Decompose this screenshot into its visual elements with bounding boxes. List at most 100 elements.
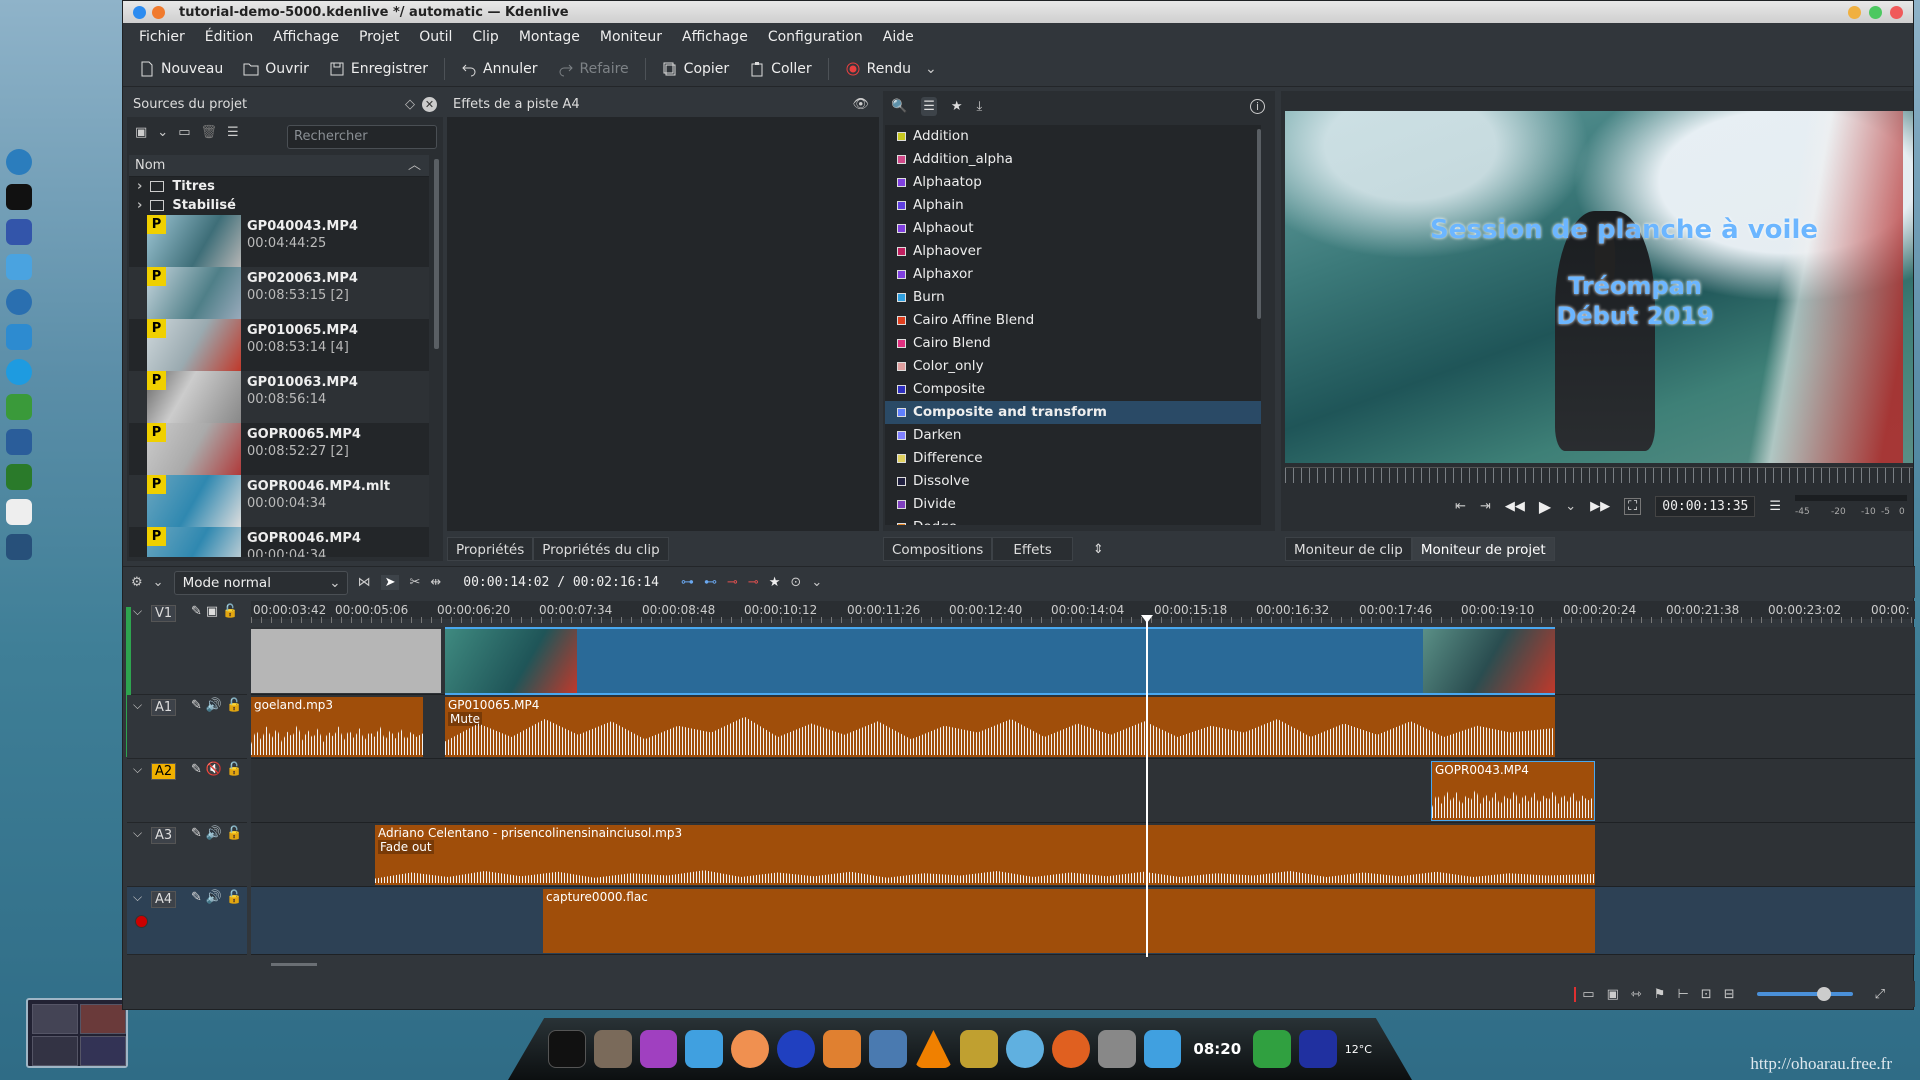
- insert-icon[interactable]: ⊶: [681, 575, 694, 590]
- menu-outil[interactable]: Outil: [409, 29, 462, 45]
- list-item[interactable]: Alphaover: [885, 240, 1261, 263]
- chevron-down-icon[interactable]: ⌄: [811, 575, 822, 590]
- play-icon[interactable]: ▶: [1539, 497, 1551, 516]
- kdenlive-icon[interactable]: [1298, 1030, 1337, 1068]
- list-item[interactable]: Composite: [885, 378, 1261, 401]
- chevron-down-icon[interactable]: ⌄: [153, 575, 164, 590]
- list-item[interactable]: Addition: [885, 125, 1261, 148]
- list-item[interactable]: P GP040043.MP4 00:04:44:25: [129, 215, 429, 267]
- list-item[interactable]: P GOPR0046.MP4 00:00:04:34: [129, 527, 429, 557]
- snap-icon[interactable]: ⋈: [358, 575, 371, 590]
- forward-icon[interactable]: ▶▶: [1590, 499, 1610, 514]
- menu-aide[interactable]: Aide: [873, 29, 924, 45]
- exit-icon[interactable]: [1253, 1030, 1291, 1068]
- headphones-icon[interactable]: [777, 1030, 815, 1068]
- list-item[interactable]: P GOPR0046.MP4.mlt 00:00:04:34: [129, 475, 429, 527]
- chevron-down-icon[interactable]: ⌵: [133, 826, 142, 841]
- chevron-down-icon[interactable]: ⌵: [133, 698, 142, 713]
- list-item[interactable]: P GP010063.MP4 00:08:56:14: [129, 371, 429, 423]
- tree-icon[interactable]: [6, 394, 32, 420]
- tab-effets[interactable]: Effets: [992, 537, 1073, 561]
- bin-search-input[interactable]: Rechercher: [287, 125, 437, 149]
- list-item[interactable]: Divide: [885, 493, 1261, 516]
- close-button[interactable]: [1890, 5, 1903, 19]
- zoom-slider-knob[interactable]: [1816, 987, 1831, 1001]
- list-item[interactable]: Dissolve: [885, 470, 1261, 493]
- monitor-ruler[interactable]: [1285, 467, 1913, 483]
- track-header-a3[interactable]: ⌵ A3 ✎🔊🔓: [127, 823, 247, 887]
- tab-compositions[interactable]: Compositions: [883, 537, 993, 561]
- menu-moniteur[interactable]: Moniteur: [590, 29, 672, 45]
- list-item[interactable]: P GP020063.MP4 00:08:53:15 [2]: [129, 267, 429, 319]
- app-icon[interactable]: [6, 219, 32, 245]
- vlc-icon[interactable]: [914, 1030, 953, 1068]
- download-icon[interactable]: ⤓: [977, 99, 983, 114]
- track-a1[interactable]: goeland.mp3 GP010065.MP4 Mute: [251, 695, 1915, 759]
- list-item[interactable]: Darken: [885, 424, 1261, 447]
- timeline-clip-audio[interactable]: GOPR0043.MP4: [1431, 761, 1595, 821]
- marker-flag-icon[interactable]: ⚑: [1654, 987, 1666, 1002]
- list-item[interactable]: Alphain: [885, 194, 1261, 217]
- record-icon[interactable]: ⊙: [790, 575, 801, 590]
- render-button[interactable]: Rendu ⌄: [837, 55, 945, 83]
- list-item[interactable]: Alphaatop: [885, 171, 1261, 194]
- menu-clip[interactable]: Clip: [462, 29, 508, 45]
- tab-proprietes-du-clip[interactable]: Propriétés du clip: [533, 537, 669, 561]
- menu-projet[interactable]: Projet: [349, 29, 409, 45]
- folder-titres[interactable]: › Titres: [129, 177, 429, 196]
- track-a3[interactable]: Adriano Celentano - prisencolinensinainc…: [251, 823, 1915, 887]
- video-thumb-icon[interactable]: ▣: [1607, 987, 1619, 1002]
- close-window-button[interactable]: [133, 5, 146, 19]
- split-audio-icon[interactable]: ⇿: [1631, 987, 1642, 1002]
- eye-icon[interactable]: 👁: [852, 97, 869, 112]
- timeline-clip-audio[interactable]: goeland.mp3: [251, 697, 423, 757]
- maximize-button[interactable]: [1869, 5, 1882, 19]
- track-header-a1[interactable]: ⌵ A1 ✎🔊🔓: [127, 695, 247, 759]
- track-controls[interactable]: ✎🔊🔓: [191, 890, 246, 905]
- folder-icon[interactable]: [1143, 1030, 1182, 1068]
- chevron-down-icon[interactable]: ⌵: [133, 890, 142, 905]
- list-item[interactable]: Cairo Affine Blend: [885, 309, 1261, 332]
- network-icon[interactable]: [6, 324, 32, 350]
- name-column-header[interactable]: Nom ︿: [129, 155, 429, 177]
- close-icon[interactable]: ✕: [422, 96, 437, 112]
- tab-moniteur-de-projet[interactable]: Moniteur de projet: [1411, 537, 1555, 561]
- zoom-out-icon[interactable]: ⊟: [1724, 987, 1735, 1002]
- monitor-video-frame[interactable]: Session de planche à voile Tréompan Débu…: [1285, 111, 1913, 463]
- chevron-down-icon[interactable]: ⌄: [1565, 499, 1576, 514]
- track-controls[interactable]: ✎▣🔓: [191, 604, 242, 619]
- lift-icon[interactable]: ⊸: [727, 575, 738, 590]
- float-icon[interactable]: ◇: [405, 97, 415, 112]
- list-item[interactable]: P GP010065.MP4 00:08:53:14 [4]: [129, 319, 429, 371]
- fit-zoom-icon[interactable]: ⊡: [1701, 987, 1712, 1002]
- list-item[interactable]: Color_only: [885, 355, 1261, 378]
- playhead[interactable]: [1146, 619, 1148, 957]
- new-button[interactable]: Nouveau: [131, 55, 231, 83]
- zone-in-icon[interactable]: ⇤: [1455, 499, 1466, 514]
- horizontal-scrollbar[interactable]: [271, 963, 317, 966]
- track-controls[interactable]: ✎🔇🔓: [191, 762, 246, 777]
- image-icon[interactable]: [960, 1030, 999, 1068]
- menu-edition[interactable]: Édition: [195, 29, 263, 45]
- list-item[interactable]: Difference: [885, 447, 1261, 470]
- shell-icon[interactable]: [731, 1030, 770, 1068]
- list-view-icon[interactable]: ☰: [921, 96, 937, 116]
- timeline-settings-icon[interactable]: ⚙: [131, 575, 143, 590]
- minimize-window-button[interactable]: [152, 5, 165, 19]
- terminal-icon[interactable]: [548, 1030, 586, 1068]
- folder-stabilise[interactable]: › Stabilisé: [129, 196, 429, 215]
- open-button[interactable]: Ouvrir: [235, 55, 317, 83]
- tab-proprietes[interactable]: Propriétés: [447, 537, 534, 561]
- volume-icon[interactable]: [6, 534, 32, 560]
- finder-icon[interactable]: [6, 254, 32, 280]
- workspace-thumbnail[interactable]: [26, 998, 128, 1068]
- delete-icon[interactable]: 🗑: [201, 125, 218, 140]
- undo-button[interactable]: Annuler: [453, 55, 545, 83]
- system-icon[interactable]: [6, 289, 32, 315]
- record-track-icon[interactable]: [135, 915, 148, 928]
- list-item[interactable]: Burn: [885, 286, 1261, 309]
- skype-icon[interactable]: [6, 359, 32, 385]
- fullscreen-icon[interactable]: ⛶: [1624, 497, 1642, 515]
- chevron-down-icon[interactable]: ⌄: [925, 61, 937, 77]
- edit-mode-select[interactable]: Mode normal ⌄: [173, 570, 348, 595]
